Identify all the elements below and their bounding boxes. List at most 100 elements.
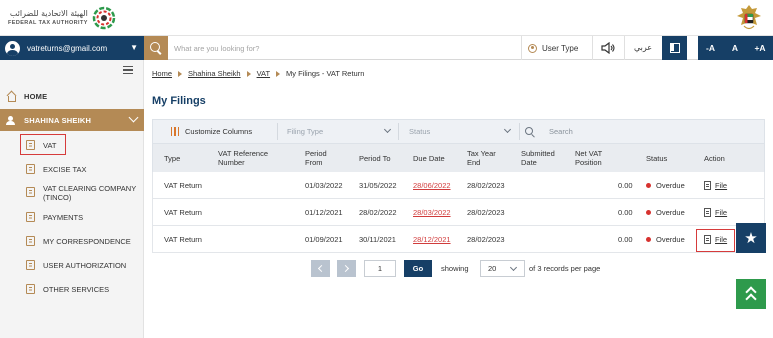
- table-header-row: Type VAT Reference Number Period From Pe…: [152, 144, 765, 172]
- language-toggle[interactable]: عربي: [634, 36, 652, 60]
- org-name-english: FEDERAL TAX AUTHORITY: [8, 20, 88, 26]
- vat-highlight-box: [20, 134, 66, 155]
- column-header-type[interactable]: Type: [164, 144, 180, 172]
- column-header-period-from[interactable]: Period From: [305, 144, 345, 172]
- cell-status: Overdue: [646, 226, 685, 252]
- chevron-up-icon: [745, 293, 757, 305]
- column-header-tax-year-end[interactable]: Tax Year End: [467, 144, 507, 172]
- toolbar-divider: [277, 123, 278, 140]
- font-normal-button[interactable]: A: [723, 36, 747, 60]
- user-avatar-icon: [5, 40, 20, 56]
- payment-icon: [26, 212, 35, 222]
- sidebar-item-my-correspondence[interactable]: MY CORRESPONDENCE: [0, 234, 144, 248]
- file-icon: [704, 180, 711, 190]
- cell-tax-year-end: 28/02/2023: [467, 234, 505, 244]
- speaker-icon[interactable]: [601, 42, 615, 54]
- cell-type: VAT Return: [164, 180, 202, 190]
- page-number-input[interactable]: 1: [364, 260, 396, 277]
- font-increase-button[interactable]: +A: [747, 36, 773, 60]
- sidebar-group-label: SHAHINA SHEIKH: [24, 115, 92, 125]
- table-search-input[interactable]: Search: [549, 120, 573, 143]
- status-label: Overdue: [656, 180, 685, 190]
- breadcrumb-arrow-icon: [178, 70, 183, 77]
- breadcrumb-arrow-icon: [246, 70, 251, 77]
- filing-type-select[interactable]: Filing Type: [287, 120, 395, 143]
- file-icon: [704, 207, 711, 217]
- breadcrumb-arrow-icon: [276, 70, 281, 77]
- site-search-input[interactable]: [174, 41, 504, 55]
- table-row: VAT Return 01/03/2022 31/05/2022 28/06/2…: [152, 172, 765, 199]
- columns-icon: [171, 127, 179, 136]
- uae-emblem-icon: [737, 5, 761, 30]
- sidebar-item-label: OTHER SERVICES: [43, 285, 110, 294]
- sidebar-item-home[interactable]: HOME: [0, 86, 144, 107]
- chevron-down-icon: [383, 125, 392, 134]
- cell-action: File: [704, 199, 727, 225]
- sidebar-item-label: EXCISE TAX: [43, 165, 87, 174]
- next-page-button[interactable]: [337, 260, 356, 277]
- per-page-value: 20: [488, 264, 497, 273]
- column-header-action[interactable]: Action: [704, 144, 725, 172]
- users-icon: [26, 187, 35, 197]
- records-label: of 3 records per page: [529, 264, 601, 273]
- gear-icon: [528, 43, 537, 53]
- breadcrumb-home[interactable]: Home: [152, 69, 172, 78]
- cell-period-from: 01/09/2021: [305, 234, 343, 244]
- column-header-submitted-date[interactable]: Submitted Date: [521, 144, 566, 172]
- fta-logo[interactable]: الهيئة الاتحادية للضرائب FEDERAL TAX AUT…: [8, 4, 116, 32]
- sidebar-item-payments[interactable]: PAYMENTS: [0, 210, 144, 224]
- cell-period-from: 01/12/2021: [305, 207, 343, 217]
- sidebar-item-excise-tax[interactable]: EXCISE TAX: [0, 162, 144, 176]
- table-row: VAT Return 01/12/2021 28/02/2022 28/03/2…: [152, 199, 765, 226]
- navbar: vatreturns@gmail.com ▼ User Type عربي -A…: [0, 36, 773, 60]
- breadcrumb-current: My Filings - VAT Return: [286, 69, 365, 78]
- breadcrumb-vat[interactable]: VAT: [257, 69, 270, 78]
- overdue-status-dot: [646, 182, 651, 188]
- cell-due-date: 28/03/2022: [413, 207, 451, 217]
- search-button[interactable]: [144, 36, 168, 60]
- sidebar-item-label: PAYMENTS: [43, 213, 84, 222]
- cell-tax-year-end: 28/02/2023: [467, 207, 505, 217]
- file-link-label: File: [715, 180, 728, 190]
- favorites-button[interactable]: ★: [736, 223, 766, 253]
- chevron-down-icon: [128, 112, 139, 123]
- hamburger-menu-icon[interactable]: [123, 66, 133, 74]
- go-button[interactable]: Go: [404, 260, 432, 277]
- cell-net-vat-position: 0.00: [618, 234, 633, 244]
- column-header-vat-reference-number[interactable]: VAT Reference Number: [218, 144, 284, 172]
- breadcrumb-user[interactable]: Shahina Sheikh: [188, 69, 241, 78]
- sidebar-item-user-authorization[interactable]: USER AUTHORIZATION: [0, 258, 144, 272]
- user-type-label: User Type: [542, 43, 579, 53]
- chevron-left-icon: [317, 264, 326, 273]
- sidebar-group-shahina-sheikh[interactable]: SHAHINA SHEIKH: [0, 109, 144, 131]
- column-header-status[interactable]: Status: [646, 144, 667, 172]
- status-select[interactable]: Status: [409, 120, 517, 143]
- column-header-net-vat-position[interactable]: Net VAT Position: [575, 144, 615, 172]
- cell-due-date: 28/12/2021: [413, 234, 451, 244]
- breadcrumb: Home Shahina Sheikh VAT My Filings - VAT…: [152, 69, 364, 78]
- contrast-toggle-button[interactable]: [662, 36, 687, 60]
- records-per-page-select[interactable]: 20: [480, 260, 525, 277]
- user-account-menu[interactable]: vatreturns@gmail.com ▼: [0, 36, 144, 60]
- file-highlight-box: [696, 229, 735, 252]
- fta-logo-text: الهيئة الاتحادية للضرائب FEDERAL TAX AUT…: [8, 9, 88, 27]
- overdue-status-dot: [646, 209, 651, 215]
- font-decrease-button[interactable]: -A: [698, 36, 723, 60]
- scroll-to-top-button[interactable]: [736, 279, 766, 309]
- cell-period-to: 30/11/2021: [359, 234, 396, 244]
- filings-table: Type VAT Reference Number Period From Pe…: [152, 144, 765, 253]
- column-header-period-to[interactable]: Period To: [359, 144, 391, 172]
- home-icon: [6, 92, 16, 102]
- chevron-down-icon: [503, 125, 512, 134]
- cell-type: VAT Return: [164, 234, 202, 244]
- column-header-due-date[interactable]: Due Date: [413, 144, 445, 172]
- file-return-link[interactable]: File: [704, 180, 728, 190]
- sidebar-item-vat-clearing-company[interactable]: VAT CLEARING COMPANY (TINCO): [0, 183, 144, 203]
- previous-page-button[interactable]: [311, 260, 330, 277]
- user-type-button[interactable]: User Type: [528, 36, 578, 60]
- customize-columns-button[interactable]: Customize Columns: [171, 120, 252, 143]
- overdue-status-dot: [646, 236, 651, 242]
- sidebar-item-other-services[interactable]: OTHER SERVICES: [0, 282, 144, 296]
- cell-net-vat-position: 0.00: [618, 180, 633, 190]
- file-return-link[interactable]: File: [704, 207, 727, 217]
